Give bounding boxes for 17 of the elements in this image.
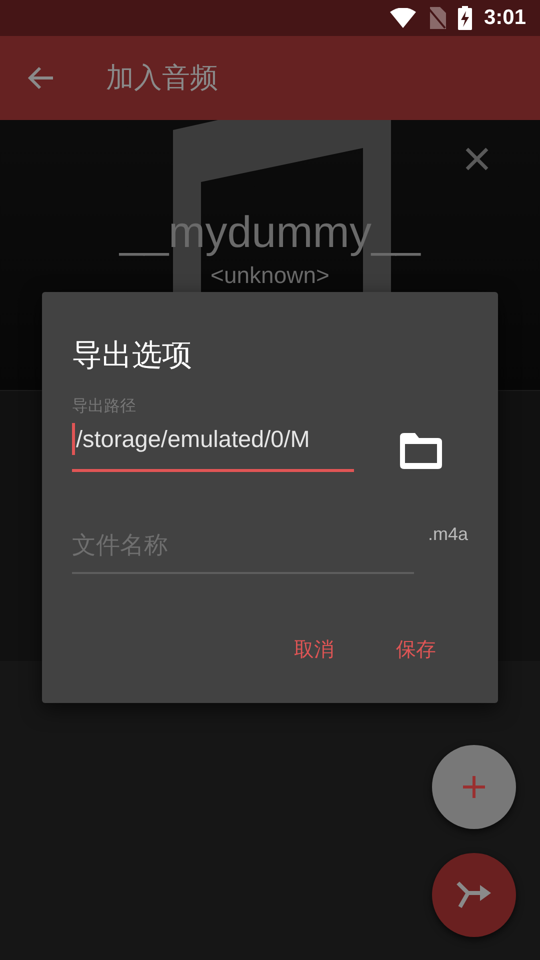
track-title: __mydummy__: [120, 208, 420, 258]
plus-icon: [462, 775, 486, 799]
path-field[interactable]: /storage/emulated/0/M: [72, 417, 354, 472]
dialog-title: 导出选项: [72, 338, 193, 374]
wifi-icon: [390, 8, 416, 28]
screen-title: 加入音频: [106, 61, 218, 95]
battery-charging-icon: [458, 6, 472, 30]
cancel-button[interactable]: 取消: [282, 628, 346, 671]
merge-arrow-icon: [456, 881, 492, 909]
track-artist: <unknown>: [210, 262, 330, 289]
save-button[interactable]: 保存: [384, 628, 448, 671]
close-icon[interactable]: [465, 147, 489, 171]
back-arrow-icon[interactable]: [28, 66, 54, 90]
clock: 3:01: [484, 6, 526, 30]
file-extension: .m4a: [428, 524, 468, 545]
no-sim-icon: [428, 7, 446, 29]
folder-icon[interactable]: [400, 433, 442, 469]
